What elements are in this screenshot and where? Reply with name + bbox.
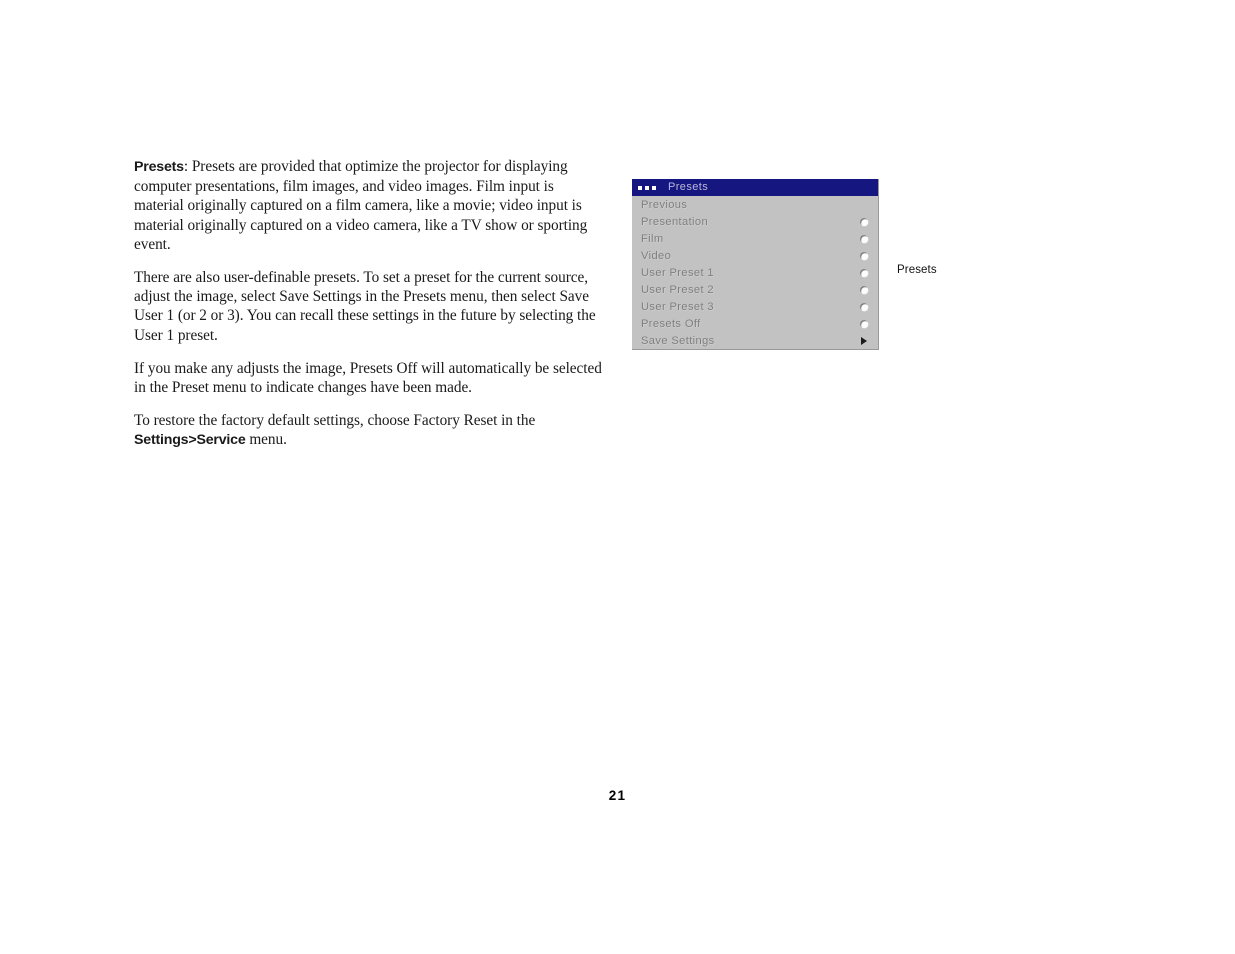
radio-button-icon[interactable] [860,319,868,328]
paragraph-presets-intro-text: : Presets are provided that optimize the… [134,158,588,253]
menu-item-presets-off[interactable]: Presets Off [632,315,878,332]
page-number: 21 [608,788,627,803]
menu-item-film[interactable]: Film [632,230,878,247]
menu-item-video[interactable]: Video [632,247,878,264]
menu-item-label: Save Settings [641,334,715,347]
radio-button-icon[interactable] [860,268,868,277]
presets-bold-lead: Presets [134,159,184,175]
paragraph-user-presets: There are also user-definable presets. T… [134,269,596,344]
factory-reset-text-before: To restore the factory default settings,… [134,412,536,430]
radio-button-icon[interactable] [860,234,868,243]
menu-item-user-preset-3[interactable]: User Preset 3 [632,298,878,315]
osd-menu-title: Presets [668,181,709,193]
factory-reset-text-after: menu. [245,431,287,449]
menu-item-save-settings[interactable]: Save Settings [632,332,878,349]
radio-button-icon[interactable] [860,302,868,311]
radio-button-icon[interactable] [860,217,868,226]
menu-item-label: Film [641,232,664,245]
presets-osd-menu[interactable]: Presets Previous Presentation Film Video… [632,179,879,350]
menu-item-user-preset-2[interactable]: User Preset 2 [632,281,878,298]
osd-menu-caption: Presets [897,264,937,276]
osd-menu-titlebar: Presets [632,179,878,196]
menu-item-label: User Preset 1 [641,266,714,279]
menu-item-label: Presentation [641,215,709,228]
settings-service-bold: Settings>Service [134,432,246,449]
radio-button-icon[interactable] [860,285,868,294]
submenu-arrow-icon[interactable] [861,336,867,345]
menu-item-label: User Preset 2 [641,283,714,296]
paragraph-presets-intro: Presets: Presets are provided that optim… [134,157,606,254]
menu-item-label: Previous [641,198,688,211]
menu-item-label: Presets Off [641,317,701,330]
control-placeholder [860,201,868,209]
radio-button-icon[interactable] [860,251,868,260]
paragraph-factory-reset: To restore the factory default settings,… [134,411,606,450]
menu-item-label: Video [641,249,672,262]
body-text-column: Presets: Presets are provided that optim… [134,157,606,451]
paragraph-presets-off: If you make any adjusts the image, Prese… [134,359,602,397]
menu-item-user-preset-1[interactable]: User Preset 1 [632,264,878,281]
menu-item-previous[interactable]: Previous [632,196,878,213]
three-dots-icon [638,185,656,190]
menu-item-label: User Preset 3 [641,300,714,313]
menu-item-presentation[interactable]: Presentation [632,213,878,230]
